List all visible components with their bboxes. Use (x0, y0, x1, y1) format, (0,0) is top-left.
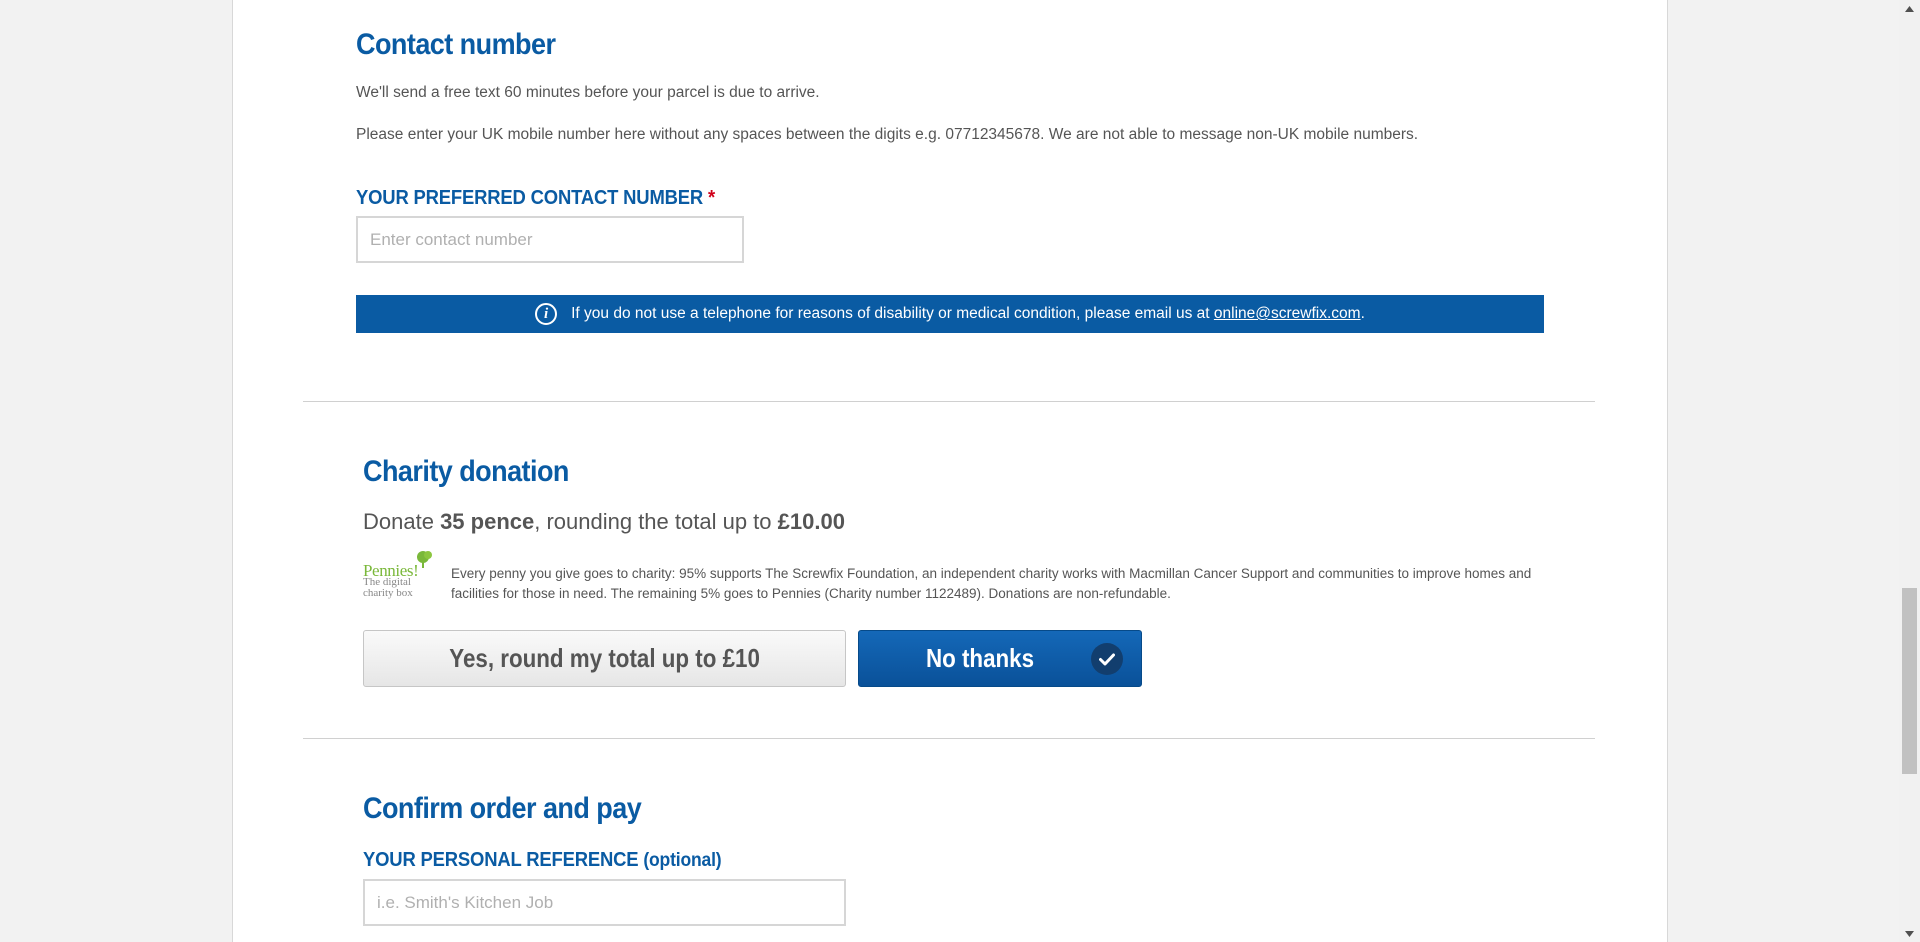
charity-description: Every penny you give goes to charity: 95… (451, 566, 1532, 601)
optional-tag: (optional) (643, 849, 722, 871)
checkmark-icon (1091, 643, 1123, 675)
personal-reference-label: YOUR PERSONAL REFERENCE (optional) (363, 848, 722, 872)
personal-reference-input[interactable] (363, 879, 846, 926)
contact-intro-text: We'll send a free text 60 minutes before… (356, 84, 820, 101)
contact-number-label: YOUR PREFERRED CONTACT NUMBER * (356, 186, 715, 210)
donate-total: £10.00 (777, 509, 845, 534)
accessibility-info-bar: i If you do not use a telephone for reas… (356, 295, 1544, 333)
charity-donation-heading: Charity donation (363, 455, 569, 488)
donate-middle: , rounding the total up to (534, 509, 778, 534)
confirm-order-heading: Confirm order and pay (363, 792, 642, 825)
scroll-down-arrow-icon[interactable] (1899, 925, 1920, 942)
required-asterisk: * (707, 186, 716, 209)
pennies-logo: Pennies! The digital charity box (363, 549, 439, 601)
scrollbar-thumb[interactable] (1902, 588, 1917, 774)
contact-number-label-text: YOUR PREFERRED CONTACT NUMBER (356, 186, 704, 209)
support-email-link[interactable]: online@screwfix.com (1214, 305, 1361, 323)
checkout-page: Contact number We'll send a free text 60… (232, 0, 1668, 942)
donate-prefix: Donate (363, 509, 441, 534)
info-bar-suffix: . (1360, 305, 1365, 322)
pennies-logo-tagline: The digital charity box (363, 577, 413, 599)
pennies-tagline-line2: charity box (363, 587, 413, 599)
personal-reference-label-text: YOUR PERSONAL REFERENCE (363, 848, 639, 871)
section-divider (303, 401, 1595, 402)
contact-number-heading: Contact number (356, 28, 556, 61)
round-up-button[interactable]: Yes, round my total up to £10 (363, 630, 846, 687)
contact-instructions-text: Please enter your UK mobile number here … (356, 126, 1419, 143)
scroll-up-arrow-icon[interactable] (1899, 0, 1920, 17)
no-thanks-button-label: No thanks (925, 643, 1035, 673)
no-thanks-button[interactable]: No thanks (858, 630, 1142, 687)
donate-summary: Donate 35 pence, rounding the total up t… (363, 509, 845, 535)
pennies-tree-icon (417, 551, 432, 568)
page-scrollbar[interactable] (1899, 0, 1920, 942)
info-icon: i (535, 303, 558, 325)
contact-number-input[interactable] (356, 216, 744, 263)
round-up-button-label: Yes, round my total up to £10 (449, 643, 760, 673)
donate-amount: 35 pence (440, 509, 535, 534)
section-divider-2 (303, 738, 1595, 739)
info-bar-text: If you do not use a telephone for reason… (571, 305, 1210, 322)
